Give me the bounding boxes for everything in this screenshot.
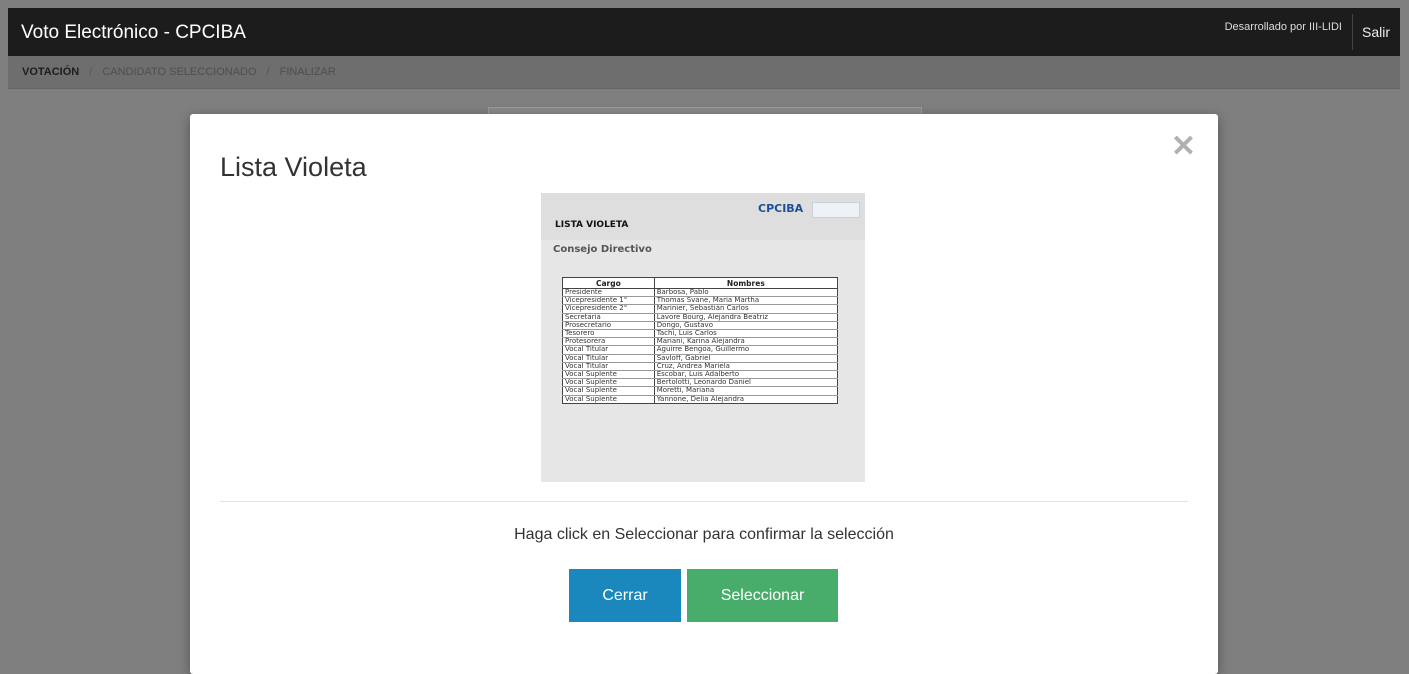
cpciba-logo: CPCIBA	[758, 202, 804, 215]
nombre-cell: Yannone, Delia Alejandra	[653, 395, 839, 404]
cargo-cell: Vicepresidente 2°	[562, 304, 655, 314]
nombre-cell: Bertolotti, Leonardo Daniel	[653, 378, 839, 388]
cpciba-logo-mark	[812, 202, 860, 218]
table-row: Vocal Suplente Bertolotti, Leonardo Danie…	[562, 378, 839, 388]
nombre-cell: Lavore Bourg, Alejandra Beatriz	[653, 313, 839, 322]
cargo-cell: Prosecretario	[562, 321, 655, 331]
nombre-cell: Mariani, Karina Alejandra	[653, 337, 839, 347]
nombre-cell: Moretti, Mariana	[653, 386, 839, 396]
developer-credit: Desarrollado por III-LIDI	[1224, 21, 1342, 33]
nombre-cell: Marinier, Sebastián Carlos	[653, 304, 839, 314]
breadcrumb-separator: /	[266, 66, 270, 78]
table-row: Vocal Titular Aguirre Bengoa, Guillermo	[562, 345, 839, 355]
candidates-table: Cargo Nombres Presidente Barbosa, Pablo Vi…	[562, 277, 839, 404]
close-button[interactable]: Cerrar	[569, 569, 681, 622]
document-list-name: LISTA VIOLETA	[555, 220, 629, 230]
table-row: Vocal Suplente Moretti, Mariana	[562, 386, 839, 396]
table-row: Secretaria Lavore Bourg, Alejandra Beatri…	[562, 313, 839, 322]
cargo-cell: Protesorera	[562, 337, 655, 347]
nombre-cell: Escobar, Luis Adalberto	[653, 370, 839, 380]
nombre-cell: Dongo, Gustavo	[653, 321, 839, 331]
close-icon[interactable]: ✕	[1171, 132, 1196, 162]
table-row: Protesorera Mariani, Karina Alejandra	[562, 337, 839, 347]
nombre-cell: Tachi, Luis Carlos	[653, 329, 839, 339]
table-row: Vicepresidente 1° Thomas Svane, María Mar…	[562, 296, 839, 306]
candidate-list-modal: Lista Violeta ✕ CPCIBA LISTA VIOLETA Con…	[190, 114, 1218, 674]
document-header: CPCIBA LISTA VIOLETA	[541, 193, 865, 240]
cargo-cell: Vocal Titular	[562, 354, 655, 363]
table-header-cargo: Cargo	[562, 277, 655, 289]
table-row: Presidente Barbosa, Pablo	[562, 288, 839, 298]
logout-link[interactable]: Salir	[1362, 24, 1390, 40]
table-row: Vocal Suplente Escobar, Luis Adalberto	[562, 370, 839, 380]
breadcrumb: VOTACIÓN / CANDIDATO SELECCIONADO / FINALIZA…	[8, 56, 1400, 89]
cargo-cell: Vocal Suplente	[562, 386, 655, 396]
cargo-cell: Vicepresidente 1°	[562, 296, 655, 306]
modal-divider	[220, 501, 1188, 502]
cargo-cell: Vocal Titular	[562, 362, 655, 372]
app-title: Voto Electrónico - CPCIBA	[21, 22, 246, 43]
cargo-cell: Vocal Suplente	[562, 370, 655, 380]
breadcrumb-item-finalizar: FINALIZAR	[279, 66, 336, 78]
cargo-cell: Secretaria	[562, 313, 655, 322]
confirmation-message: Haga click en Seleccionar para confirmar…	[514, 526, 894, 543]
ballot-list-image: CPCIBA LISTA VIOLETA Consejo Directivo C…	[541, 193, 865, 482]
select-button[interactable]: Seleccionar	[687, 569, 838, 622]
nombre-cell: Aguirre Bengoa, Guillermo	[653, 345, 839, 355]
modal-title: Lista Violeta	[220, 152, 367, 182]
nombre-cell: Savloff, Gabriel	[653, 354, 839, 363]
nombre-cell: Cruz, Andrea Mariela	[653, 362, 839, 372]
breadcrumb-item-candidato-seleccionado: CANDIDATO SELECCIONADO	[102, 66, 257, 78]
table-row: Tesorero Tachi, Luis Carlos	[562, 329, 839, 339]
cargo-cell: Presidente	[562, 288, 655, 298]
nombre-cell: Thomas Svane, María Martha	[653, 296, 839, 306]
table-row: Vocal Titular Cruz, Andrea Mariela	[562, 362, 839, 372]
cargo-cell: Vocal Suplente	[562, 395, 655, 404]
navbar-divider	[1352, 14, 1353, 50]
table-row: Vicepresidente 2° Marinier, Sebastián Car…	[562, 304, 839, 314]
table-row: Vocal Suplente Yannone, Delia Alejandra	[562, 395, 839, 404]
breadcrumb-item-votacion: VOTACIÓN	[22, 66, 80, 78]
cargo-cell: Vocal Titular	[562, 345, 655, 355]
cargo-cell: Vocal Suplente	[562, 378, 655, 388]
document-section-title: Consejo Directivo	[553, 244, 652, 255]
nombre-cell: Barbosa, Pablo	[653, 288, 839, 298]
table-header-nombres: Nombres	[653, 277, 839, 289]
top-navbar: Voto Electrónico - CPCIBA Desarrollado p…	[8, 8, 1400, 56]
table-row: Vocal Titular Savloff, Gabriel	[562, 354, 839, 363]
table-row: Prosecretario Dongo, Gustavo	[562, 321, 839, 331]
breadcrumb-separator: /	[89, 66, 93, 78]
cargo-cell: Tesorero	[562, 329, 655, 339]
